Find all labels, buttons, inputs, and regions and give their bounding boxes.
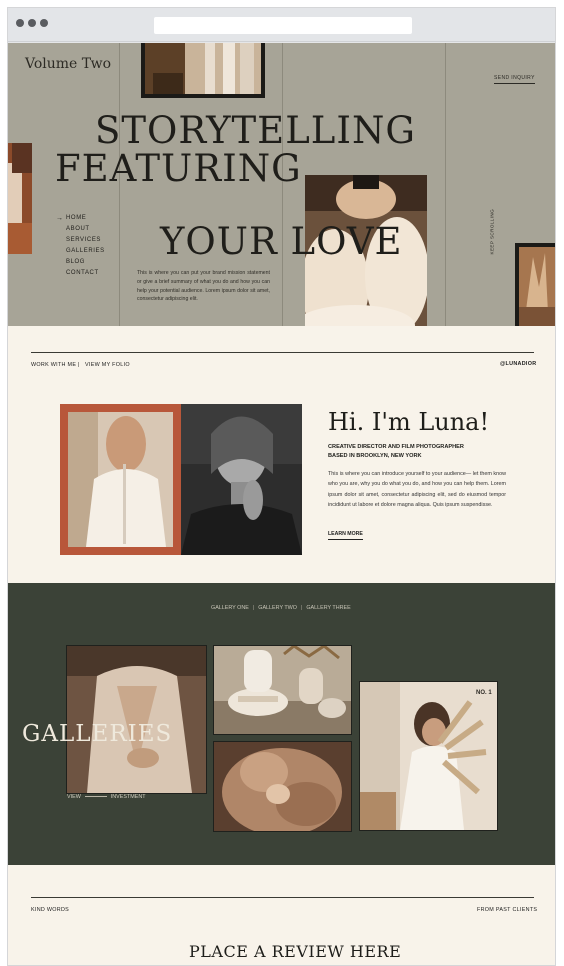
arrow-right-icon: → — [56, 215, 64, 222]
volume-label: Volume Two — [25, 56, 112, 72]
view-link[interactable]: VIEW — [67, 794, 81, 800]
hero-title-line1: STORYTELLING — [95, 109, 416, 152]
gallery-photo-vanity[interactable] — [213, 645, 352, 735]
intro-section: WORK WITH ME | VIEW MY FOLIO @LUNADIOR H… — [8, 326, 555, 583]
galleries-section: GALLERY ONE | GALLERY TWO | GALLERY THREE — [8, 583, 555, 865]
keep-scrolling[interactable]: KEEP SCROLLING — [486, 208, 495, 258]
work-with-me-link[interactable]: WORK WITH ME — [31, 362, 76, 368]
nav-item-blog[interactable]: BLOG — [56, 257, 105, 268]
intro-photo-portrait — [181, 404, 302, 555]
hero-photo-right — [515, 243, 555, 326]
link-divider: | — [78, 362, 80, 368]
tab-separator: | — [300, 605, 303, 611]
divider-line — [31, 897, 534, 898]
tab-gallery-one[interactable]: GALLERY ONE — [211, 605, 249, 611]
nav-item-contact[interactable]: CONTACT — [56, 268, 105, 279]
main-nav: → HOME ABOUT SERVICES GALLERIES BLOG CONT… — [56, 213, 105, 279]
role-line: CREATIVE DIRECTOR AND FILM PHOTOGRAPHER — [328, 444, 464, 450]
reviews-section: KIND WORDS FROM PAST CLIENTS PLACE A REV… — [8, 865, 555, 965]
gallery-photo-robe[interactable] — [66, 645, 207, 794]
tab-gallery-two[interactable]: GALLERY TWO — [258, 605, 297, 611]
location-line: BASED IN BROOKLYN, NEW YORK — [328, 453, 422, 459]
browser-chrome — [8, 8, 555, 42]
nav-item-galleries[interactable]: GALLERIES — [56, 246, 105, 257]
intro-photo-dress — [60, 404, 181, 555]
hero-section: Volume Two SEND INQUIRY STORYTELLING FEA… — [8, 43, 555, 326]
hero-photo-room — [141, 43, 265, 98]
gallery-tabs: GALLERY ONE | GALLERY TWO | GALLERY THREE — [211, 605, 351, 611]
hero-title-line3: YOUR LOVE — [160, 220, 403, 263]
galleries-title: GALLERIES — [22, 721, 173, 747]
review-heading: PLACE A REVIEW HERE — [189, 942, 402, 961]
window-dot-icon — [16, 19, 24, 27]
view-investment: VIEW INVESTMENT — [67, 794, 146, 800]
nav-item-services[interactable]: SERVICES — [56, 235, 105, 246]
kind-words-label: KIND WORDS — [31, 907, 70, 913]
bio-text: This is where you can introduce yourself… — [328, 471, 506, 509]
role-subtitle: CREATIVE DIRECTOR AND FILM PHOTOGRAPHER … — [328, 443, 464, 461]
nav-item-home[interactable]: → HOME — [56, 213, 105, 224]
hero-photo-left — [8, 143, 32, 254]
window-dot-icon — [28, 19, 36, 27]
window-dot-icon — [40, 19, 48, 27]
divider-line — [31, 352, 534, 353]
tab-gallery-three[interactable]: GALLERY THREE — [306, 605, 350, 611]
gallery-photo-fur[interactable] — [213, 741, 352, 832]
gallery-badge: NO. 1 — [476, 690, 492, 696]
hero-title-line2: FEATURING — [55, 147, 302, 190]
greeting-heading: Hi. I'm Luna! — [328, 408, 490, 436]
instagram-handle[interactable]: @LUNADIOR — [500, 361, 536, 367]
dash-line — [84, 796, 107, 798]
from-clients-label: FROM PAST CLIENTS — [477, 907, 538, 913]
hero-description: This is where you can put your brand mis… — [137, 270, 270, 303]
view-folio-link[interactable]: VIEW MY FOLIO — [85, 362, 130, 368]
nav-item-about[interactable]: ABOUT — [56, 224, 105, 235]
grid-line — [445, 43, 446, 326]
browser-window: Volume Two SEND INQUIRY STORYTELLING FEA… — [7, 7, 556, 966]
gallery-photo-bouquet[interactable]: NO. 1 — [359, 681, 498, 831]
send-inquiry-link[interactable]: SEND INQUIRY — [494, 75, 535, 84]
tab-separator: | — [252, 605, 255, 611]
learn-more-link[interactable]: LEARN MORE — [328, 531, 363, 540]
address-bar[interactable] — [154, 17, 412, 34]
investment-link[interactable]: INVESTMENT — [111, 794, 146, 800]
